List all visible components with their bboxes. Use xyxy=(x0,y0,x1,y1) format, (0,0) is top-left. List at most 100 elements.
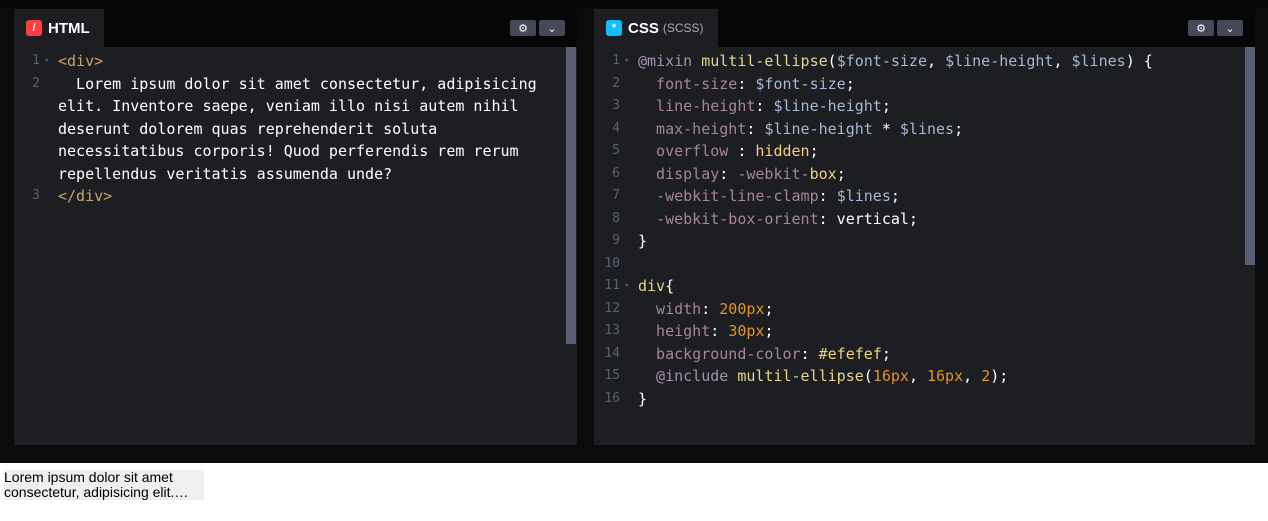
result-preview-box: Lorem ipsum dolor sit amet consectetur, … xyxy=(4,470,204,500)
code-token: ) { xyxy=(1125,52,1153,70)
css-scrollbar[interactable] xyxy=(1245,47,1255,265)
code-text: max-height: $line-height * $lines; xyxy=(638,118,963,141)
code-token: box xyxy=(809,164,837,183)
code-token: } xyxy=(638,389,648,408)
editor-area: / HTML ⚙ ⌄ 1 ▾ <div> 2 Lorem ipsum dolor si… xyxy=(0,0,1268,463)
line-number: 3 xyxy=(32,188,40,203)
html-expand-button[interactable]: ⌄ xyxy=(539,20,565,36)
code-line[interactable]: 16} xyxy=(594,388,1255,411)
code-text: elit. Inventore saepe, veniam illo nisi … xyxy=(58,95,519,118)
line-number: 11 xyxy=(604,278,620,293)
code-token: <div> xyxy=(58,52,104,70)
code-token: ; xyxy=(954,119,964,138)
code-token: repellendus veritatis assumenda unde? xyxy=(58,164,393,183)
code-token: : xyxy=(800,344,819,363)
code-token: $line-height xyxy=(773,97,882,115)
code-text: repellendus veritatis assumenda unde? xyxy=(58,163,392,186)
line-number: 1 xyxy=(612,53,620,68)
code-line[interactable]: 3 line-height: $line-height; xyxy=(594,95,1255,118)
html-scrollbar[interactable] xyxy=(566,47,576,344)
code-line[interactable]: 5 overflow : hidden; xyxy=(594,140,1255,163)
html-tab[interactable]: / HTML xyxy=(14,9,104,47)
code-text: width: 200px; xyxy=(638,298,773,321)
code-line[interactable]: 6 display: -webkit-box; xyxy=(594,163,1255,186)
line-number: 6 xyxy=(612,165,620,181)
code-token: $font-size xyxy=(836,52,927,70)
code-token: * xyxy=(872,119,900,138)
code-token: display xyxy=(638,164,720,183)
code-text: background-color: #efefef; xyxy=(638,343,891,366)
css-expand-button[interactable]: ⌄ xyxy=(1217,20,1243,36)
code-token: max-height xyxy=(638,119,747,138)
code-token: hidden xyxy=(755,142,810,160)
code-line[interactable]: 3 </div> xyxy=(14,185,577,208)
css-tab[interactable]: * CSS (SCSS) xyxy=(594,9,718,47)
css-settings-button[interactable]: ⚙ xyxy=(1188,20,1214,36)
code-text: display: -webkit-box; xyxy=(638,163,846,186)
line-number: 12 xyxy=(604,300,620,316)
code-line[interactable]: 1 ▾ <div> xyxy=(14,50,577,73)
fold-arrow-icon[interactable]: ▾ xyxy=(44,50,49,73)
code-token: -webkit-box-orient xyxy=(638,209,819,228)
code-line[interactable]: 7 -webkit-line-clamp: $lines; xyxy=(594,185,1255,208)
code-line[interactable]: 11 ▾ div{ xyxy=(594,275,1255,298)
code-text: } xyxy=(638,388,647,411)
chevron-down-icon: ⌄ xyxy=(547,22,557,35)
code-token: line-height xyxy=(638,97,756,115)
code-token: ( xyxy=(827,52,837,70)
code-token: , xyxy=(1053,52,1072,70)
code-line[interactable]: 2 Lorem ipsum dolor sit amet consectetur… xyxy=(14,73,577,96)
code-token: { xyxy=(665,277,675,295)
code-line[interactable]: 8 -webkit-box-orient: vertical; xyxy=(594,208,1255,231)
code-token: </div> xyxy=(58,187,113,205)
code-token: height xyxy=(638,322,711,340)
code-text: font-size: $font-size; xyxy=(638,73,855,96)
code-token: : vertical; xyxy=(818,209,918,228)
html-tab-title: HTML xyxy=(48,19,90,37)
code-token: ; xyxy=(881,97,891,115)
code-line[interactable]: 1 ▾ @mixin multil-ellipse($font-size, $lin… xyxy=(594,50,1255,73)
code-token: deserunt dolorem quas reprehenderit solu… xyxy=(58,119,438,138)
code-line[interactable]: 4 max-height: $line-height * $lines; xyxy=(594,118,1255,141)
line-number: 14 xyxy=(604,345,620,361)
code-token: $font-size xyxy=(755,74,846,93)
code-text: -webkit-box-orient: vertical; xyxy=(638,208,918,231)
code-token: ); xyxy=(990,367,1009,385)
css-panel-header: * CSS (SCSS) ⚙ ⌄ xyxy=(594,9,1255,47)
html-code-editor[interactable]: 1 ▾ <div> 2 Lorem ipsum dolor sit amet cons… xyxy=(14,47,577,445)
code-token: : xyxy=(701,299,720,318)
code-token: , xyxy=(927,52,946,70)
code-token: elit. Inventore saepe, veniam illo nisi … xyxy=(58,97,519,115)
code-token: : xyxy=(710,322,729,340)
html-header-buttons: ⚙ ⌄ xyxy=(510,20,565,36)
code-token: necessitatibus corporis! Quod perferendi… xyxy=(58,142,519,160)
css-code-editor[interactable]: 1 ▾ @mixin multil-ellipse($font-size, $lin… xyxy=(594,47,1255,445)
code-line[interactable]: necessitatibus corporis! Quod perferendi… xyxy=(14,140,577,163)
code-line[interactable]: deserunt dolorem quas reprehenderit solu… xyxy=(14,118,577,141)
code-token: 16px xyxy=(872,367,909,385)
code-line[interactable]: 15 @include multil-ellipse(16px, 16px, 2… xyxy=(594,365,1255,388)
code-line[interactable]: 9} xyxy=(594,230,1255,253)
code-line[interactable]: 13 height: 30px; xyxy=(594,320,1255,343)
code-line[interactable]: 14 background-color: #efefef; xyxy=(594,343,1255,366)
code-line[interactable]: 12 width: 200px; xyxy=(594,298,1255,321)
html-settings-button[interactable]: ⚙ xyxy=(510,20,536,36)
css-logo-icon: * xyxy=(606,20,622,36)
line-number: 13 xyxy=(604,323,620,338)
code-line[interactable]: elit. Inventore saepe, veniam illo nisi … xyxy=(14,95,577,118)
line-number: 4 xyxy=(612,120,620,136)
code-token: -webkit- xyxy=(737,164,810,183)
code-line[interactable]: repellendus veritatis assumenda unde? xyxy=(14,163,577,186)
fold-arrow-icon[interactable]: ▾ xyxy=(624,50,629,73)
code-token: 30px xyxy=(728,322,765,340)
css-tab-subtitle: (SCSS) xyxy=(662,21,704,35)
code-line[interactable]: 10 xyxy=(594,253,1255,276)
code-token: ( xyxy=(863,367,873,385)
code-token: Lorem ipsum dolor sit amet consectetur, … xyxy=(58,74,537,93)
fold-arrow-icon[interactable]: ▾ xyxy=(624,275,629,298)
code-token: width xyxy=(638,299,702,318)
code-line[interactable]: 2 font-size: $font-size; xyxy=(594,73,1255,96)
code-token: multil-ellipse xyxy=(701,52,828,70)
css-tab-title: CSS xyxy=(628,19,659,37)
code-token: -webkit-line-clamp xyxy=(638,187,819,205)
